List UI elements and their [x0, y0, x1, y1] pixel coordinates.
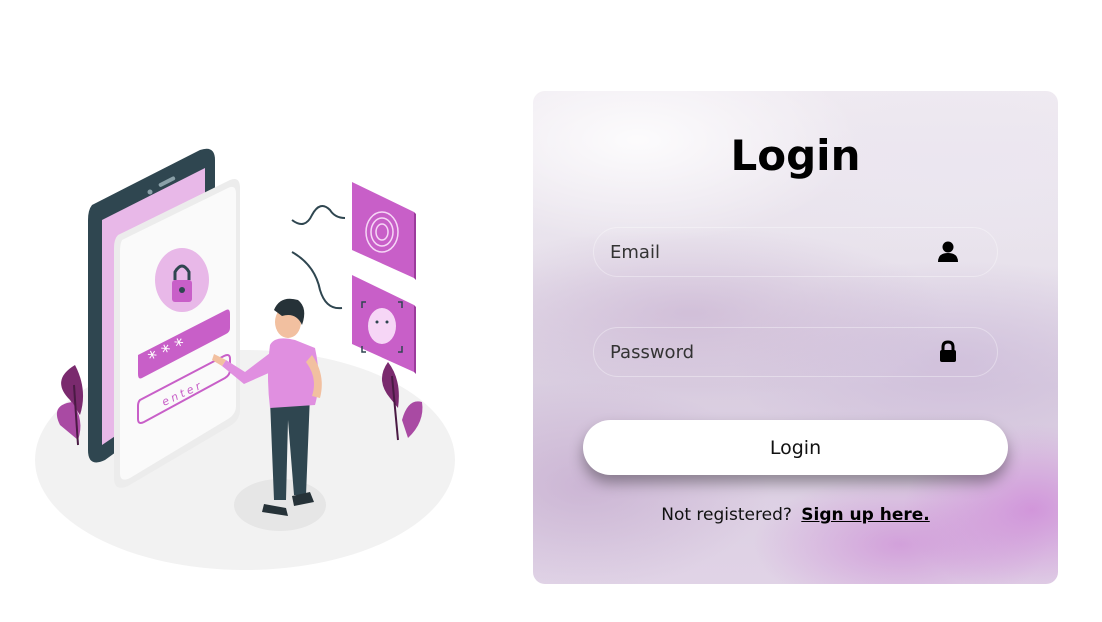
email-field [593, 227, 998, 277]
login-card: Login Login Not registered? Sign up here… [533, 91, 1058, 584]
signup-link[interactable]: Sign up here. [801, 505, 929, 525]
login-page: * * * enter Login Email Login Not regist… [0, 0, 1102, 622]
lock-icon [940, 340, 956, 362]
login-button[interactable]: Login [583, 420, 1008, 475]
not-registered-text: Not registered? [661, 505, 792, 525]
fingerprint-icon [352, 182, 416, 280]
password-field [593, 327, 998, 377]
password-input[interactable] [610, 328, 930, 376]
register-prompt: Not registered? Sign up here. [533, 505, 1058, 525]
user-icon [938, 241, 958, 262]
login-title: Login [730, 131, 861, 180]
email-input[interactable] [610, 228, 930, 276]
face-id-icon [352, 275, 416, 374]
security-illustration: * * * enter [35, 148, 455, 570]
